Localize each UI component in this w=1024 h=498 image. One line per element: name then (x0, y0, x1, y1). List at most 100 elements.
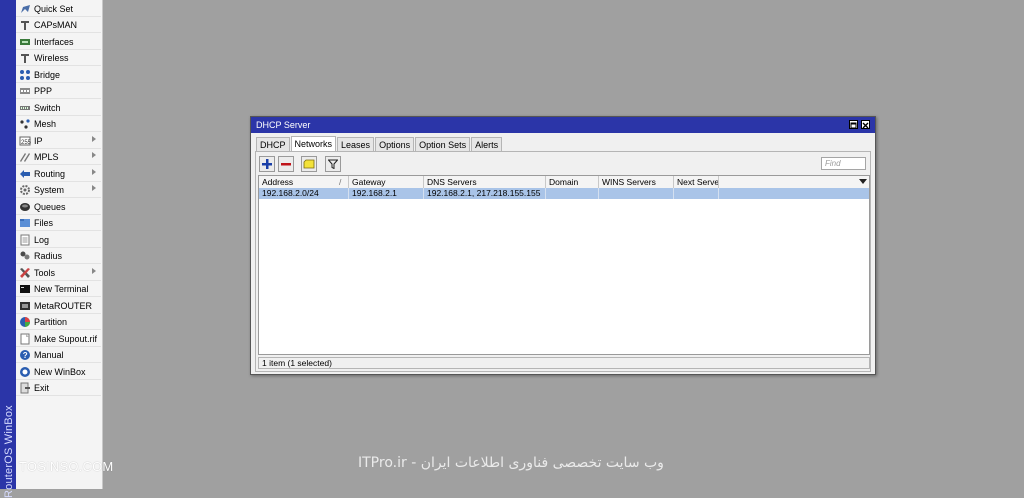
column-chooser-dropdown-icon[interactable] (859, 179, 867, 184)
cell-wins-servers (599, 188, 674, 199)
terminal-icon (19, 283, 31, 295)
brand-strip: RouterOS WinBox (0, 0, 16, 498)
tab-networks[interactable]: Networks (290, 136, 337, 151)
submenu-arrow-icon (92, 169, 96, 175)
queues-icon (19, 201, 31, 213)
maximize-button[interactable] (849, 120, 858, 129)
submenu-arrow-icon (92, 136, 96, 142)
column-header-gateway[interactable]: Gateway (349, 176, 424, 188)
tab-options[interactable]: Options (375, 137, 415, 151)
cell-domain (546, 188, 599, 199)
table-row[interactable]: 192.168.2.0/24 192.168.2.1 192.168.2.1, … (259, 188, 869, 199)
comment-button[interactable] (301, 156, 317, 172)
menu-item-make-supout[interactable]: Make Supout.rif (16, 331, 101, 347)
bridge-icon (19, 69, 31, 81)
menu-item-metarouter[interactable]: MetaROUTER (16, 298, 101, 314)
remove-button[interactable] (278, 156, 294, 172)
close-icon (862, 122, 869, 129)
column-header-dns-servers[interactable]: DNS Servers (424, 176, 546, 188)
files-icon (19, 217, 31, 229)
menu-item-exit[interactable]: Exit (16, 380, 101, 396)
metarouter-icon (19, 300, 31, 312)
networks-tab-panel: Find Address / Gateway DNS Servers Domai… (255, 151, 871, 372)
plus-icon (262, 159, 272, 169)
radius-icon (19, 250, 31, 262)
log-icon (19, 234, 31, 246)
watermark-itpro: ITPro.ir - وب سایت تخصصی فناوری اطلاعات … (358, 455, 664, 471)
menu-item-mesh[interactable]: Mesh (16, 116, 101, 132)
menu-item-radius[interactable]: Radius (16, 248, 101, 264)
submenu-arrow-icon (92, 268, 96, 274)
tab-option-sets[interactable]: Option Sets (415, 137, 471, 151)
main-menu-sidebar: Quick Set CAPsMAN Interfaces Wireless Br… (16, 0, 103, 489)
add-button[interactable] (259, 156, 275, 172)
menu-item-wireless[interactable]: Wireless (16, 50, 101, 66)
window-titlebar[interactable]: DHCP Server (251, 117, 875, 133)
column-header-address[interactable]: Address / (259, 176, 349, 188)
svg-text:?: ? (23, 351, 28, 360)
cell-next-server (674, 188, 719, 199)
filter-icon (328, 159, 338, 169)
menu-item-new-winbox[interactable]: New WinBox (16, 364, 101, 380)
cell-gateway: 192.168.2.1 (349, 188, 424, 199)
menu-item-new-terminal[interactable]: New Terminal (16, 281, 101, 297)
submenu-arrow-icon (92, 185, 96, 191)
window-title: DHCP Server (256, 120, 311, 130)
menu-item-tools[interactable]: Tools (16, 265, 101, 281)
menu-item-mpls[interactable]: MPLS (16, 149, 101, 165)
find-input[interactable]: Find (821, 157, 866, 170)
menu-item-routing[interactable]: Routing (16, 166, 101, 182)
cell-dns-servers: 192.168.2.1, 217.218.155.155 (424, 188, 546, 199)
svg-text:255: 255 (21, 140, 31, 146)
column-header-domain[interactable]: Domain (546, 176, 599, 188)
routing-icon (19, 168, 31, 180)
menu-item-queues[interactable]: Queues (16, 199, 101, 215)
menu-item-quick-set[interactable]: Quick Set (16, 1, 101, 17)
menu-item-capsman[interactable]: CAPsMAN (16, 17, 101, 33)
menu-item-log[interactable]: Log (16, 232, 101, 248)
brand-label: RouterOS WinBox (3, 405, 15, 498)
switch-icon (19, 102, 31, 114)
submenu-arrow-icon (92, 152, 96, 158)
partition-icon (19, 316, 31, 328)
supout-icon (19, 333, 31, 345)
comment-icon (303, 159, 315, 169)
maximize-icon (850, 122, 857, 129)
column-header-wins-servers[interactable]: WINS Servers (599, 176, 674, 188)
tools-icon (19, 267, 31, 279)
menu-item-files[interactable]: Files (16, 215, 101, 231)
menu-item-ppp[interactable]: PPP (16, 83, 101, 99)
tab-bar: DHCP Networks Leases Options Option Sets… (256, 136, 503, 151)
wireless-icon (19, 52, 31, 64)
menu-item-interfaces[interactable]: Interfaces (16, 34, 101, 50)
menu-item-switch[interactable]: Switch (16, 100, 101, 116)
column-header-next-server[interactable]: Next Server (674, 176, 719, 188)
dhcp-server-window: DHCP Server DHCP Networks Leases Options… (250, 116, 876, 375)
filter-button[interactable] (325, 156, 341, 172)
tab-leases[interactable]: Leases (337, 137, 375, 151)
tab-alerts[interactable]: Alerts (471, 137, 503, 151)
status-bar: 1 item (1 selected) (258, 357, 870, 369)
winbox-icon (19, 366, 31, 378)
quick-set-icon (19, 3, 31, 15)
ppp-icon (19, 85, 31, 97)
minus-icon (281, 163, 291, 166)
menu-item-ip[interactable]: 255 IP (16, 133, 101, 149)
cell-address: 192.168.2.0/24 (259, 188, 349, 199)
sort-indicator: / (339, 177, 342, 187)
tab-dhcp[interactable]: DHCP (256, 137, 290, 151)
capsman-icon (19, 19, 31, 31)
manual-icon: ? (19, 349, 31, 361)
mpls-icon (19, 151, 31, 163)
close-button[interactable] (861, 120, 870, 129)
menu-item-bridge[interactable]: Bridge (16, 67, 101, 83)
interfaces-icon (19, 36, 31, 48)
system-icon (19, 184, 31, 196)
menu-item-system[interactable]: System (16, 182, 101, 198)
menu-item-manual[interactable]: ? Manual (16, 347, 101, 363)
mesh-icon (19, 118, 31, 130)
watermark-tosinso: TOSINSO.COM (19, 459, 114, 474)
networks-table: Address / Gateway DNS Servers Domain WIN… (258, 175, 870, 355)
menu-item-partition[interactable]: Partition (16, 314, 101, 330)
ip-icon: 255 (19, 135, 31, 147)
